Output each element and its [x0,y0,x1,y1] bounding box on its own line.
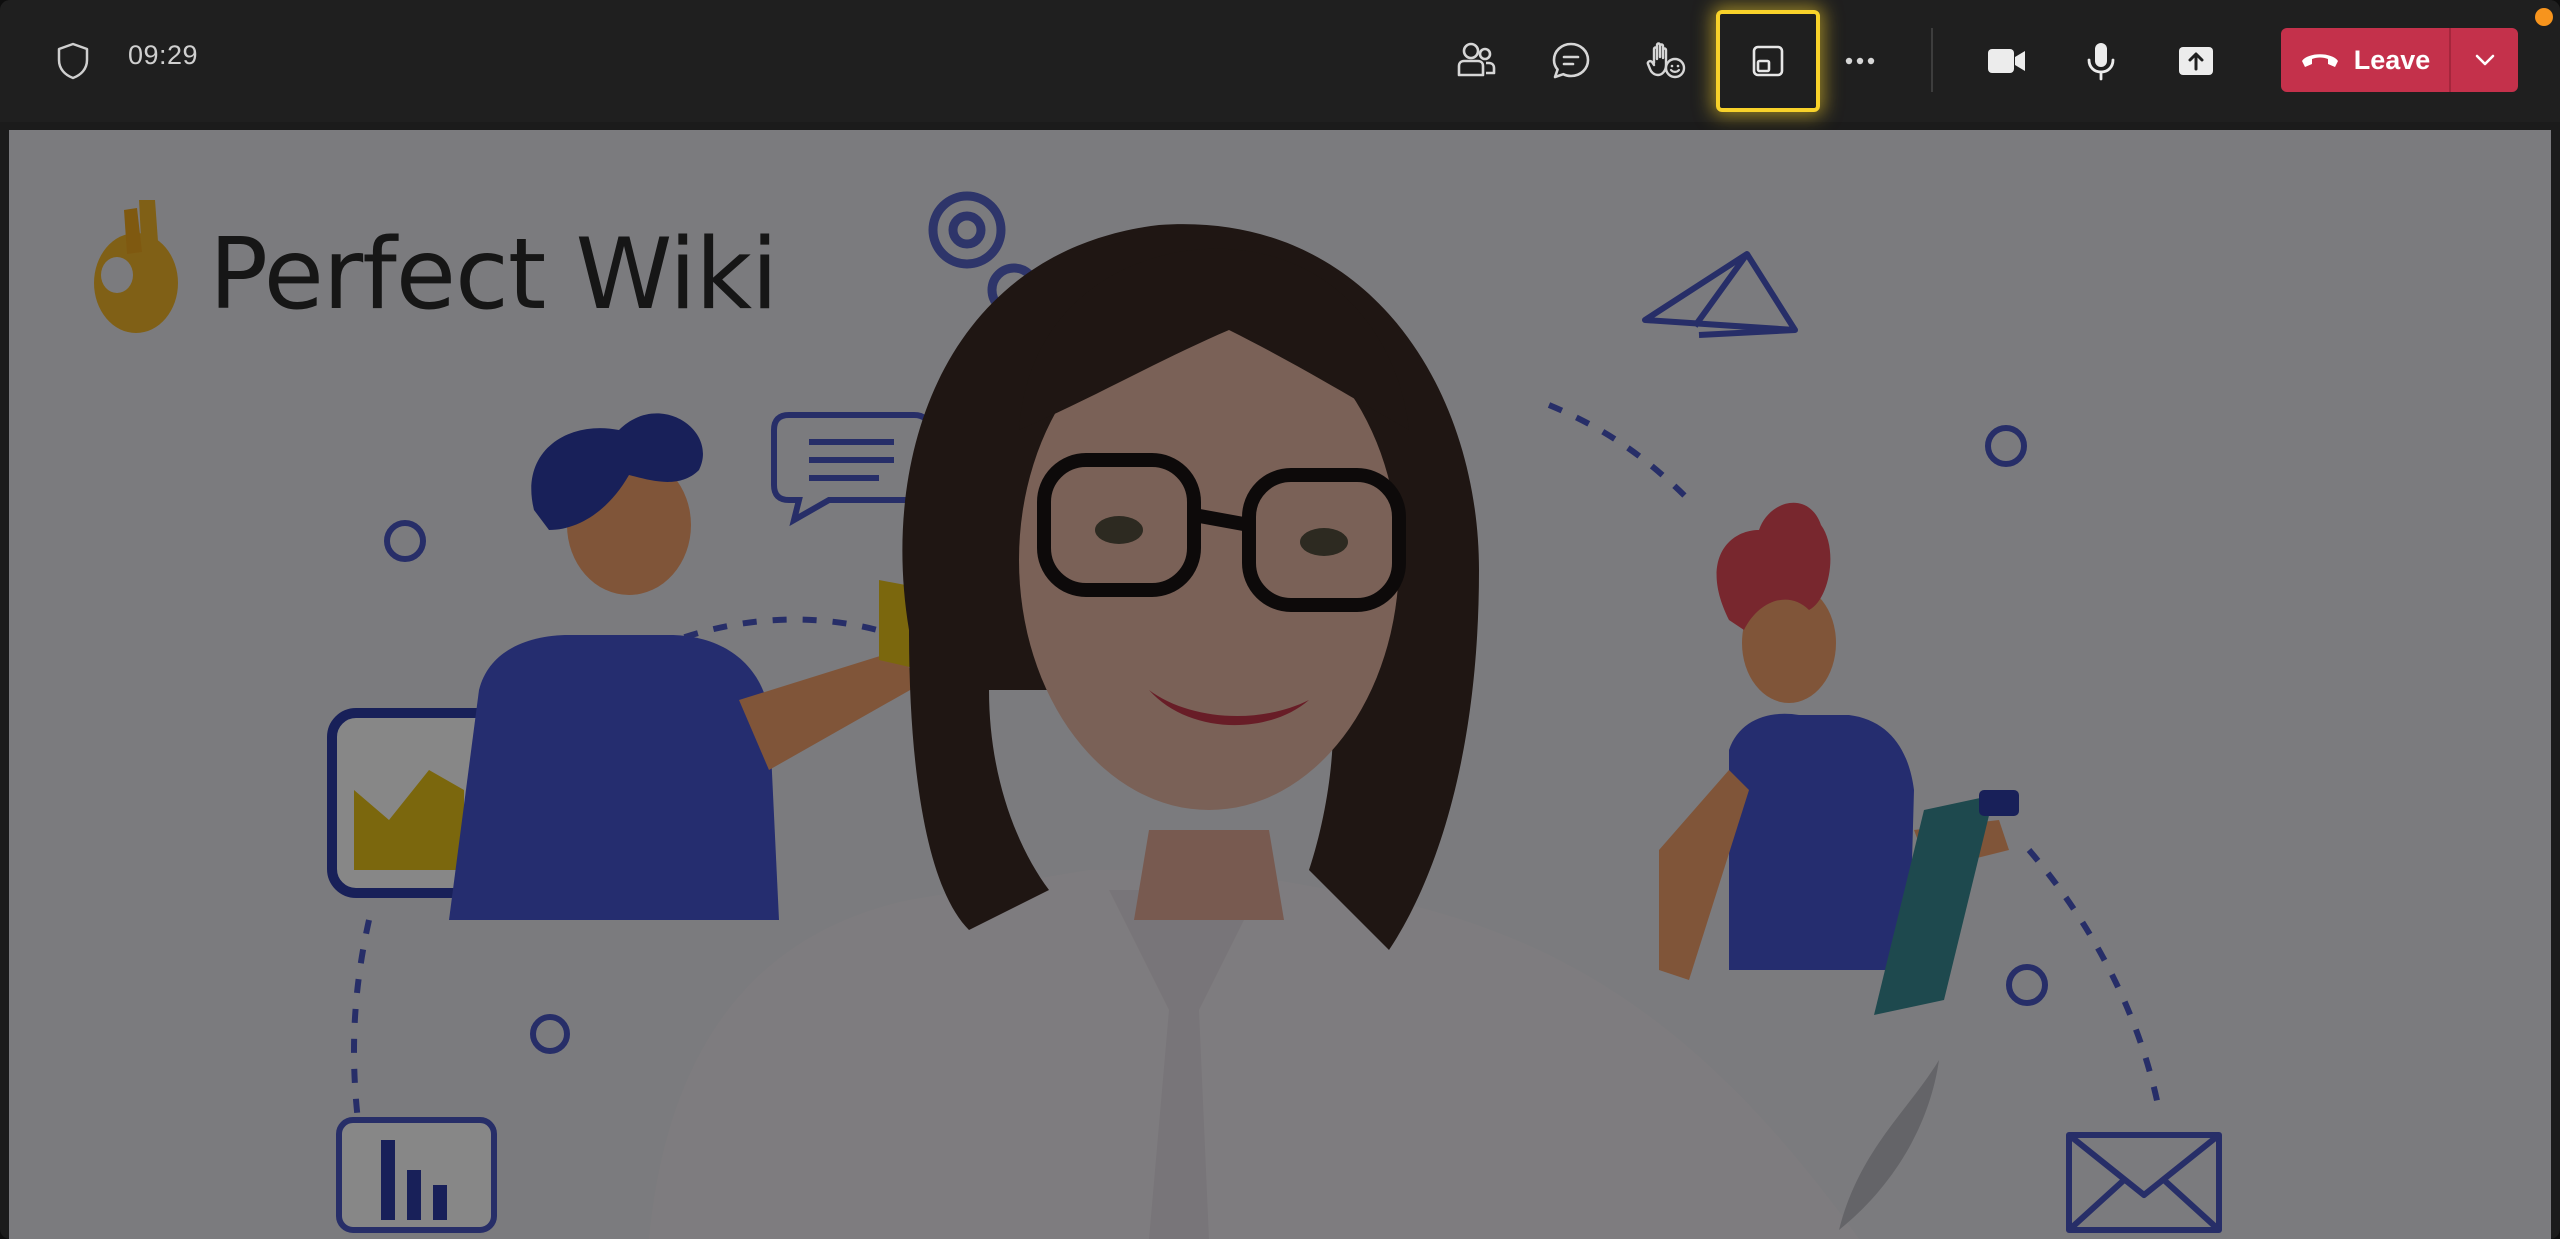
plant-icon [1839,1060,1939,1230]
view-button[interactable] [1716,10,1820,112]
bar-chart-icon [336,1117,497,1233]
pop-out-icon [1752,45,1784,77]
man-figure [449,413,959,920]
chat-button[interactable] [1523,14,1619,108]
leave-options-button[interactable] [2451,28,2518,92]
toolbar-divider [1931,28,1933,92]
paper-plane-icon [1642,251,1798,338]
people-icon [1457,42,1496,77]
shield-icon[interactable] [56,42,90,80]
share-icon [2179,47,2213,75]
raise-hand-icon [1646,42,1686,79]
share-button[interactable] [2148,14,2244,108]
meeting-control-bar: 09:29 Leave [0,0,2560,122]
meeting-timer: 09:29 [128,40,199,70]
envelope-icon [2066,1132,2222,1233]
video-stage: Perfect Wiki [9,130,2551,1239]
mic-icon [2087,43,2115,81]
more-icon [1845,57,1875,65]
mic-button[interactable] [2053,14,2149,108]
woman-figure [1659,502,2019,1015]
camera-icon [1988,49,2025,73]
leave-button-group: Leave [2281,28,2518,92]
leave-button[interactable]: Leave [2281,28,2449,92]
notification-dot [2535,8,2553,26]
ok-hand-icon [94,200,178,333]
people-button[interactable] [1428,14,1524,108]
brand-logo-text: Perfect Wiki [209,218,778,332]
camera-button[interactable] [1958,14,2054,108]
more-button[interactable] [1812,14,1908,108]
hang-up-icon [2301,54,2338,67]
teams-meeting-window: 09:29 Leave Perfect Wiki [0,0,2560,1239]
chevron-down-icon [2475,54,2494,66]
react-button[interactable] [1618,14,1714,108]
leave-label: Leave [2353,44,2431,75]
chat-icon [1552,42,1590,79]
